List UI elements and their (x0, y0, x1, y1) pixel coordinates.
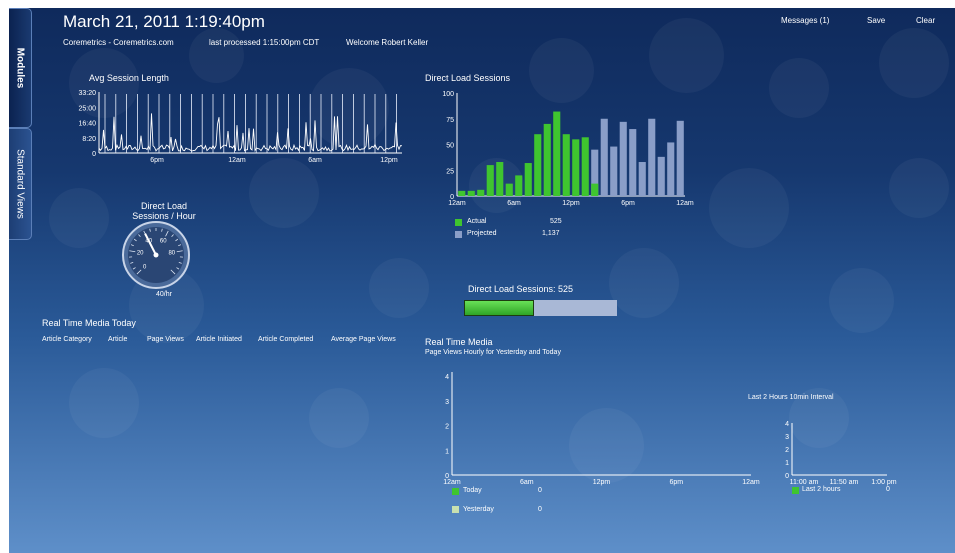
legend-last2-swatch (792, 487, 799, 494)
last2-x-tick: 11:50 am (830, 479, 859, 486)
dashboard: Modules Standard Views March 21, 2011 1:… (9, 8, 955, 553)
last2-y-tick: 0 (785, 473, 789, 480)
last2-y-tick: 4 (785, 421, 789, 428)
last2-x-tick: 11:00 am (790, 479, 819, 486)
last2-hours-chart: 4 3 2 1 011:00 am 11:50 am 1:00 pm (785, 421, 897, 486)
last2-y-tick: 1 (785, 460, 789, 467)
legend-last2-label: Last 2 hours (802, 486, 841, 493)
last2-x-tick: 1:00 pm (871, 479, 896, 486)
legend-last2-value: 0 (886, 486, 890, 493)
last2-y-tick: 2 (785, 447, 789, 454)
last2-y-tick: 3 (785, 434, 789, 441)
